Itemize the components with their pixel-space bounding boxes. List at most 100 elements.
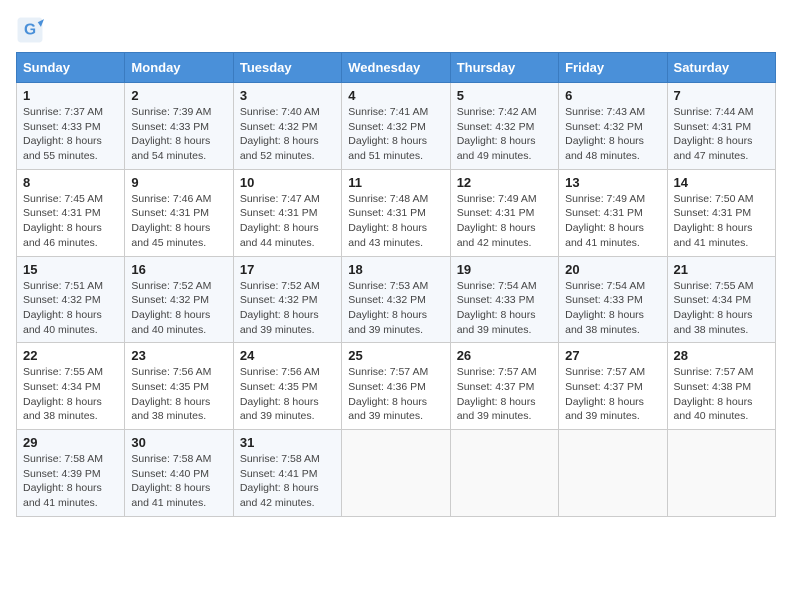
calendar-cell: 19 Sunrise: 7:54 AMSunset: 4:33 PMDayligh… <box>450 256 558 343</box>
day-info: Sunrise: 7:39 AMSunset: 4:33 PMDaylight:… <box>131 105 226 164</box>
calendar-cell: 24 Sunrise: 7:56 AMSunset: 4:35 PMDayligh… <box>233 343 341 430</box>
day-number: 30 <box>131 435 226 450</box>
calendar-cell: 10Sunrise: 7:47 AMSunset: 4:31 PMDayligh… <box>233 169 341 256</box>
day-info: Sunrise: 7:49 AMSunset: 4:31 PMDaylight:… <box>565 192 660 251</box>
calendar-cell: 16Sunrise: 7:52 AMSunset: 4:32 PMDayligh… <box>125 256 233 343</box>
calendar-cell: 30 Sunrise: 7:58 AMSunset: 4:40 PMDayligh… <box>125 430 233 517</box>
calendar-cell: 1Sunrise: 7:37 AMSunset: 4:33 PMDaylight… <box>17 83 125 170</box>
calendar-week-row: 8Sunrise: 7:45 AMSunset: 4:31 PMDaylight… <box>17 169 776 256</box>
day-number: 29 <box>23 435 118 450</box>
day-info: Sunrise: 7:55 AMSunset: 4:34 PMDaylight:… <box>674 279 769 338</box>
day-info: Sunrise: 7:46 AMSunset: 4:31 PMDaylight:… <box>131 192 226 251</box>
calendar-cell: 5 Sunrise: 7:42 AMSunset: 4:32 PMDaylight… <box>450 83 558 170</box>
calendar-cell: 18 Sunrise: 7:53 AMSunset: 4:32 PMDayligh… <box>342 256 450 343</box>
day-info: Sunrise: 7:50 AMSunset: 4:31 PMDaylight:… <box>674 192 769 251</box>
day-info: Sunrise: 7:57 AMSunset: 4:37 PMDaylight:… <box>565 365 660 424</box>
calendar-week-row: 15 Sunrise: 7:51 AMSunset: 4:32 PMDayligh… <box>17 256 776 343</box>
calendar-cell: 2Sunrise: 7:39 AMSunset: 4:33 PMDaylight… <box>125 83 233 170</box>
calendar-header-tuesday: Tuesday <box>233 53 341 83</box>
day-info: Sunrise: 7:54 AMSunset: 4:33 PMDaylight:… <box>565 279 660 338</box>
day-info: Sunrise: 7:40 AMSunset: 4:32 PMDaylight:… <box>240 105 335 164</box>
calendar-cell: 31 Sunrise: 7:58 AMSunset: 4:41 PMDayligh… <box>233 430 341 517</box>
day-number: 24 <box>240 348 335 363</box>
day-info: Sunrise: 7:56 AMSunset: 4:35 PMDaylight:… <box>240 365 335 424</box>
logo: G <box>16 16 48 44</box>
calendar-cell: 8Sunrise: 7:45 AMSunset: 4:31 PMDaylight… <box>17 169 125 256</box>
calendar-cell: 23 Sunrise: 7:56 AMSunset: 4:35 PMDayligh… <box>125 343 233 430</box>
calendar-cell: 26Sunrise: 7:57 AMSunset: 4:37 PMDayligh… <box>450 343 558 430</box>
day-number: 5 <box>457 88 552 103</box>
day-info: Sunrise: 7:47 AMSunset: 4:31 PMDaylight:… <box>240 192 335 251</box>
day-info: Sunrise: 7:52 AMSunset: 4:32 PMDaylight:… <box>131 279 226 338</box>
day-number: 14 <box>674 175 769 190</box>
day-info: Sunrise: 7:52 AMSunset: 4:32 PMDaylight:… <box>240 279 335 338</box>
day-number: 20 <box>565 262 660 277</box>
day-info: Sunrise: 7:43 AMSunset: 4:32 PMDaylight:… <box>565 105 660 164</box>
calendar-cell: 4 Sunrise: 7:41 AMSunset: 4:32 PMDaylight… <box>342 83 450 170</box>
calendar-week-row: 29 Sunrise: 7:58 AMSunset: 4:39 PMDayligh… <box>17 430 776 517</box>
day-info: Sunrise: 7:37 AMSunset: 4:33 PMDaylight:… <box>23 105 118 164</box>
calendar-header-thursday: Thursday <box>450 53 558 83</box>
day-number: 15 <box>23 262 118 277</box>
day-info: Sunrise: 7:57 AMSunset: 4:36 PMDaylight:… <box>348 365 443 424</box>
logo-icon: G <box>16 16 44 44</box>
day-info: Sunrise: 7:58 AMSunset: 4:41 PMDaylight:… <box>240 452 335 511</box>
calendar-cell: 6Sunrise: 7:43 AMSunset: 4:32 PMDaylight… <box>559 83 667 170</box>
day-number: 18 <box>348 262 443 277</box>
day-info: Sunrise: 7:51 AMSunset: 4:32 PMDaylight:… <box>23 279 118 338</box>
calendar-cell: 7 Sunrise: 7:44 AMSunset: 4:31 PMDaylight… <box>667 83 775 170</box>
calendar-header-row: SundayMondayTuesdayWednesdayThursdayFrid… <box>17 53 776 83</box>
day-number: 3 <box>240 88 335 103</box>
calendar-header-monday: Monday <box>125 53 233 83</box>
day-number: 12 <box>457 175 552 190</box>
day-number: 23 <box>131 348 226 363</box>
calendar-cell: 22 Sunrise: 7:55 AMSunset: 4:34 PMDayligh… <box>17 343 125 430</box>
calendar-cell: 27 Sunrise: 7:57 AMSunset: 4:37 PMDayligh… <box>559 343 667 430</box>
day-info: Sunrise: 7:49 AMSunset: 4:31 PMDaylight:… <box>457 192 552 251</box>
day-number: 31 <box>240 435 335 450</box>
day-number: 22 <box>23 348 118 363</box>
calendar-cell: 13Sunrise: 7:49 AMSunset: 4:31 PMDayligh… <box>559 169 667 256</box>
calendar-cell: 3 Sunrise: 7:40 AMSunset: 4:32 PMDaylight… <box>233 83 341 170</box>
day-info: Sunrise: 7:53 AMSunset: 4:32 PMDaylight:… <box>348 279 443 338</box>
day-number: 28 <box>674 348 769 363</box>
calendar-cell: 20 Sunrise: 7:54 AMSunset: 4:33 PMDayligh… <box>559 256 667 343</box>
day-info: Sunrise: 7:54 AMSunset: 4:33 PMDaylight:… <box>457 279 552 338</box>
calendar-cell <box>559 430 667 517</box>
calendar-cell: 14 Sunrise: 7:50 AMSunset: 4:31 PMDayligh… <box>667 169 775 256</box>
day-number: 27 <box>565 348 660 363</box>
day-number: 17 <box>240 262 335 277</box>
day-info: Sunrise: 7:57 AMSunset: 4:38 PMDaylight:… <box>674 365 769 424</box>
day-number: 9 <box>131 175 226 190</box>
calendar-cell: 28 Sunrise: 7:57 AMSunset: 4:38 PMDayligh… <box>667 343 775 430</box>
day-number: 4 <box>348 88 443 103</box>
day-number: 25 <box>348 348 443 363</box>
calendar-cell: 25 Sunrise: 7:57 AMSunset: 4:36 PMDayligh… <box>342 343 450 430</box>
calendar-header-wednesday: Wednesday <box>342 53 450 83</box>
calendar-table: SundayMondayTuesdayWednesdayThursdayFrid… <box>16 52 776 517</box>
day-info: Sunrise: 7:44 AMSunset: 4:31 PMDaylight:… <box>674 105 769 164</box>
calendar-week-row: 22 Sunrise: 7:55 AMSunset: 4:34 PMDayligh… <box>17 343 776 430</box>
page-header: G <box>16 16 776 44</box>
calendar-cell <box>342 430 450 517</box>
day-info: Sunrise: 7:58 AMSunset: 4:39 PMDaylight:… <box>23 452 118 511</box>
calendar-cell <box>450 430 558 517</box>
day-info: Sunrise: 7:55 AMSunset: 4:34 PMDaylight:… <box>23 365 118 424</box>
day-info: Sunrise: 7:48 AMSunset: 4:31 PMDaylight:… <box>348 192 443 251</box>
day-info: Sunrise: 7:41 AMSunset: 4:32 PMDaylight:… <box>348 105 443 164</box>
day-info: Sunrise: 7:42 AMSunset: 4:32 PMDaylight:… <box>457 105 552 164</box>
calendar-cell: 15 Sunrise: 7:51 AMSunset: 4:32 PMDayligh… <box>17 256 125 343</box>
calendar-cell <box>667 430 775 517</box>
calendar-cell: 11Sunrise: 7:48 AMSunset: 4:31 PMDayligh… <box>342 169 450 256</box>
day-number: 19 <box>457 262 552 277</box>
day-info: Sunrise: 7:56 AMSunset: 4:35 PMDaylight:… <box>131 365 226 424</box>
calendar-header-saturday: Saturday <box>667 53 775 83</box>
day-number: 7 <box>674 88 769 103</box>
day-number: 26 <box>457 348 552 363</box>
calendar-cell: 21 Sunrise: 7:55 AMSunset: 4:34 PMDayligh… <box>667 256 775 343</box>
calendar-cell: 12 Sunrise: 7:49 AMSunset: 4:31 PMDayligh… <box>450 169 558 256</box>
day-number: 21 <box>674 262 769 277</box>
calendar-week-row: 1Sunrise: 7:37 AMSunset: 4:33 PMDaylight… <box>17 83 776 170</box>
day-info: Sunrise: 7:58 AMSunset: 4:40 PMDaylight:… <box>131 452 226 511</box>
day-number: 8 <box>23 175 118 190</box>
